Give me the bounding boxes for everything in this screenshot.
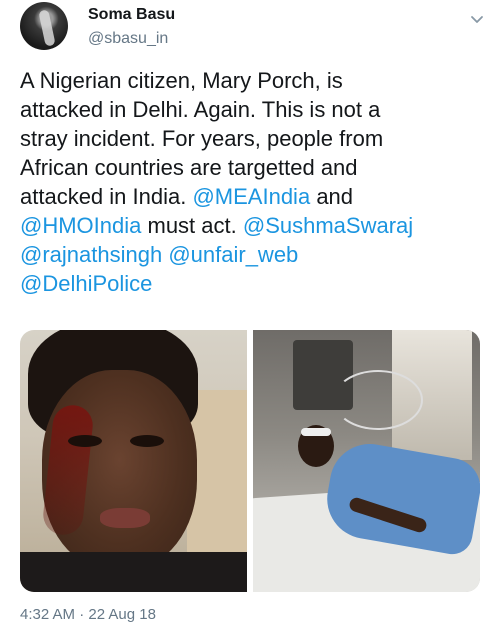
mention-link[interactable]: @HMOIndia xyxy=(20,213,141,238)
tweet-timestamp[interactable]: 4:32 AM · 22 Aug 18 xyxy=(20,606,156,623)
tweet-text-line: African countries are targetted and xyxy=(20,155,358,180)
tweet-text-fragment: attacked in India. xyxy=(20,184,187,209)
tweet-text-fragment: and xyxy=(316,184,354,209)
tweet-text-fragment: must act. xyxy=(147,213,237,238)
tweet-photo-hospital-bed[interactable] xyxy=(253,330,480,592)
tweet-photo-injured-face[interactable] xyxy=(20,330,247,592)
photo-eye xyxy=(130,435,164,447)
photo-cables xyxy=(333,370,423,430)
tweet-text-line: stray incident. For years, people from xyxy=(20,126,384,151)
mention-link[interactable]: @unfair_web xyxy=(168,242,298,267)
tweet-text-line: A Nigerian citizen, Mary Porch, is xyxy=(20,68,343,93)
mention-link[interactable]: @rajnathsingh xyxy=(20,242,162,267)
author-display-name[interactable]: Soma Basu xyxy=(88,6,175,24)
chevron-down-icon[interactable] xyxy=(470,12,484,26)
mention-link[interactable]: @DelhiPolice xyxy=(20,271,152,296)
tweet-text-line: attacked in Delhi. Again. This is not a xyxy=(20,97,381,122)
photo-eye xyxy=(68,435,102,447)
mention-link[interactable]: @MEAIndia xyxy=(192,184,310,209)
tweet-media xyxy=(20,330,480,592)
author-handle[interactable]: @sbasu_in xyxy=(88,30,168,48)
photo-mouth xyxy=(100,508,150,528)
avatar[interactable] xyxy=(20,2,68,50)
photo-bandage xyxy=(301,428,331,436)
tweet-text: A Nigerian citizen, Mary Porch, is attac… xyxy=(20,66,485,298)
mention-link[interactable]: @SushmaSwaraj xyxy=(243,213,413,238)
photo-shirt xyxy=(20,552,247,592)
